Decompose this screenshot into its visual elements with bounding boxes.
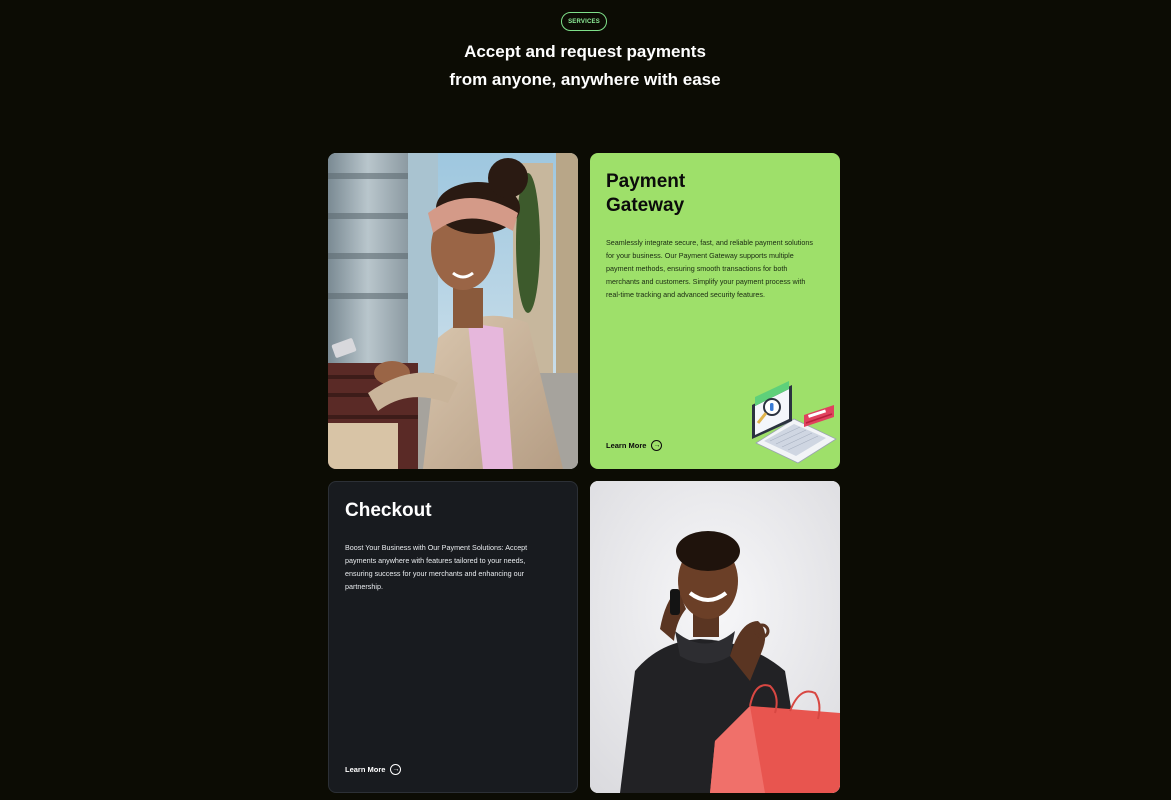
payment-gateway-title: Payment Gateway: [606, 171, 686, 216]
arrow-right-circle-icon: →: [390, 764, 402, 775]
checkout-learn-more-link[interactable]: Learn More →: [345, 764, 402, 775]
section-headline: Accept and request payments from anyone,…: [385, 38, 785, 94]
laptop-payment-illustration: [746, 375, 838, 467]
learn-more-label: Learn More: [606, 441, 647, 450]
checkout-card: Checkout Boost Your Business with Our Pa…: [328, 481, 578, 793]
services-section: SERVICES Accept and request payments fro…: [0, 0, 1171, 800]
arrow-right-circle-icon: →: [651, 440, 663, 451]
checkout-description: Boost Your Business with Our Payment Sol…: [345, 543, 528, 591]
woman-with-shopping-bags-photo: [590, 481, 840, 793]
payment-gateway-description: Seamlessly integrate secure, fast, and r…: [606, 238, 813, 299]
services-badge: SERVICES: [561, 12, 607, 31]
woman-with-phone-photo: [328, 153, 578, 469]
learn-more-label: Learn More: [345, 765, 386, 774]
headline-line-2: from anyone, anywhere with ease: [449, 70, 721, 89]
payment-gateway-learn-more-link[interactable]: Learn More →: [606, 440, 663, 451]
payment-gateway-card: Payment Gateway Seamlessly integrate sec…: [590, 153, 840, 469]
headline-line-1: Accept and request payments: [464, 42, 706, 61]
checkout-title: Checkout: [345, 500, 432, 521]
